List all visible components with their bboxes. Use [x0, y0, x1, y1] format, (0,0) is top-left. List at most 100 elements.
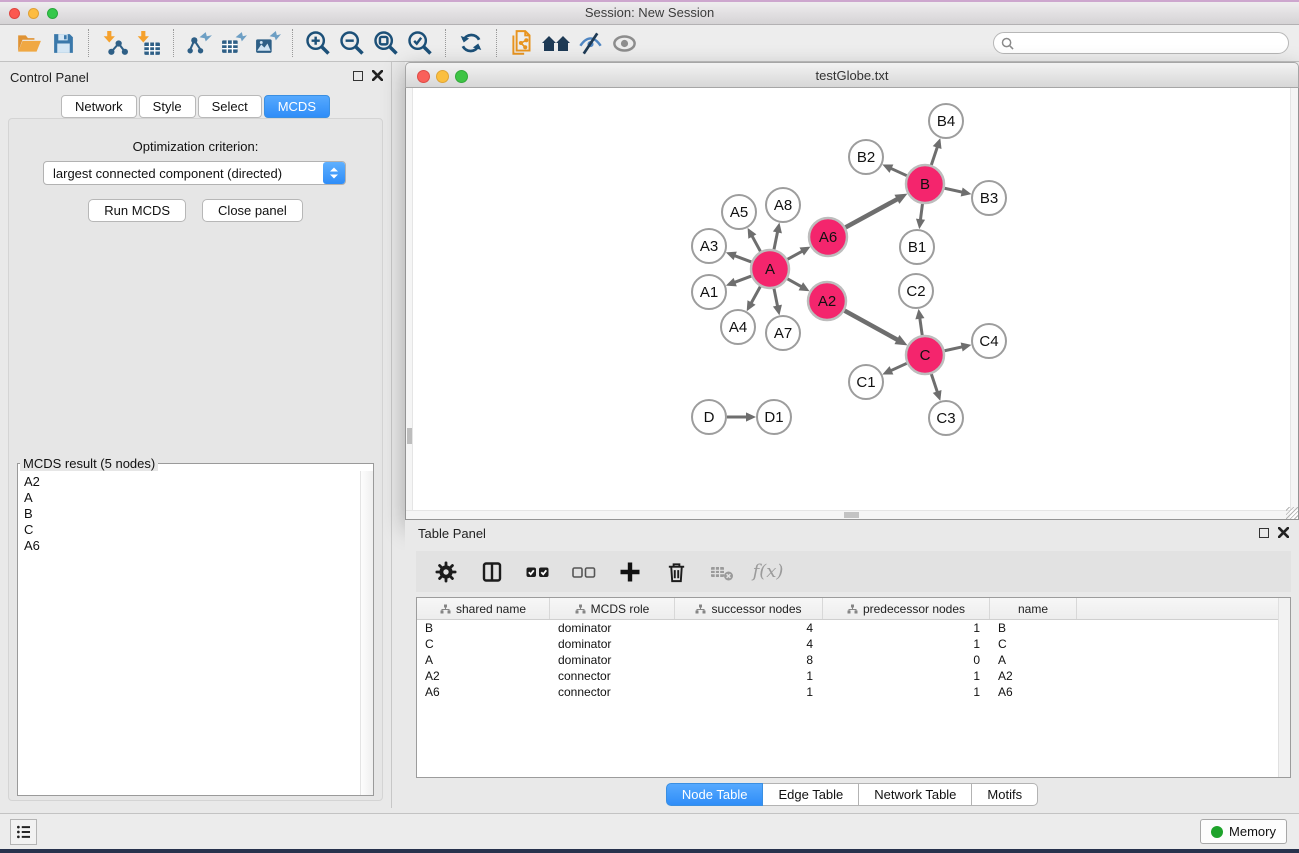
- result-item[interactable]: B: [24, 506, 353, 522]
- cell-predecessor[interactable]: 1: [823, 637, 990, 651]
- network-graph[interactable]: B4B2BB3A8A5A6A3B1AA1C2A2A4A7C4CC1C3DD1: [406, 88, 1298, 518]
- cell-successor[interactable]: 4: [675, 621, 823, 635]
- network-close-button[interactable]: [417, 70, 430, 83]
- cell-name[interactable]: C: [990, 637, 1077, 651]
- column-header-name[interactable]: name: [990, 598, 1077, 619]
- task-history-button[interactable]: [10, 819, 37, 845]
- graph-edge-A-A2[interactable]: [787, 279, 802, 288]
- export-table-icon[interactable]: [216, 28, 250, 58]
- import-network-icon[interactable]: [97, 28, 131, 58]
- zoom-out-icon[interactable]: [335, 28, 369, 58]
- graph-edge-B-B3[interactable]: [945, 188, 964, 192]
- tab-motifs[interactable]: Motifs: [972, 783, 1038, 806]
- graph-edge-C-C3[interactable]: [931, 374, 937, 393]
- result-scrollbar[interactable]: [360, 471, 373, 795]
- minimize-window-button[interactable]: [28, 8, 39, 19]
- function-builder-icon[interactable]: f(x): [750, 557, 786, 587]
- import-table-icon[interactable]: [131, 28, 165, 58]
- cell-mcds_role[interactable]: connector: [550, 669, 675, 683]
- cell-name[interactable]: A: [990, 653, 1077, 667]
- network-from-file-icon[interactable]: [505, 28, 539, 58]
- tab-node-table[interactable]: Node Table: [666, 783, 764, 806]
- cell-mcds_role[interactable]: connector: [550, 685, 675, 699]
- graph-edge-B-B1[interactable]: [920, 204, 922, 221]
- table-scrollbar[interactable]: [1278, 598, 1290, 777]
- graph-edge-C-C1[interactable]: [890, 363, 907, 371]
- network-left-scrollbar[interactable]: [406, 88, 413, 510]
- cell-shared_name[interactable]: C: [417, 637, 550, 651]
- result-item[interactable]: A2: [24, 474, 353, 490]
- tab-network-table[interactable]: Network Table: [859, 783, 972, 806]
- tab-network[interactable]: Network: [61, 95, 137, 118]
- cell-mcds_role[interactable]: dominator: [550, 621, 675, 635]
- graph-edge-A-A7[interactable]: [774, 289, 778, 308]
- graph-edge-A-A5[interactable]: [751, 235, 760, 252]
- cell-predecessor[interactable]: 1: [823, 669, 990, 683]
- delete-columns-icon[interactable]: [658, 557, 694, 587]
- network-view[interactable]: B4B2BB3A8A5A6A3B1AA1C2A2A4A7C4CC1C3DD1: [405, 88, 1299, 520]
- graph-edge-B-B4[interactable]: [931, 146, 937, 165]
- cell-predecessor[interactable]: 1: [823, 621, 990, 635]
- delete-table-icon[interactable]: [704, 557, 740, 587]
- zoom-selected-icon[interactable]: [403, 28, 437, 58]
- table-row[interactable]: A6connector11A6: [417, 684, 1290, 700]
- zoom-fit-icon[interactable]: [369, 28, 403, 58]
- cell-mcds_role[interactable]: dominator: [550, 653, 675, 667]
- cell-successor[interactable]: 1: [675, 685, 823, 699]
- graph-edge-A-A3[interactable]: [733, 255, 751, 262]
- result-item[interactable]: A6: [24, 538, 353, 554]
- tab-style[interactable]: Style: [139, 95, 196, 118]
- column-header-successor-nodes[interactable]: successor nodes: [675, 598, 823, 619]
- unselect-all-columns-icon[interactable]: [566, 557, 602, 587]
- memory-button[interactable]: Memory: [1200, 819, 1287, 844]
- float-panel-icon[interactable]: [353, 71, 363, 81]
- cell-predecessor[interactable]: 1: [823, 685, 990, 699]
- cell-name[interactable]: B: [990, 621, 1077, 635]
- refresh-icon[interactable]: [454, 28, 488, 58]
- close-panel-button[interactable]: Close panel: [202, 199, 303, 222]
- float-table-panel-icon[interactable]: [1259, 528, 1269, 538]
- open-session-icon[interactable]: [12, 28, 46, 58]
- graph-edge-C-C4[interactable]: [945, 347, 964, 351]
- cell-shared_name[interactable]: A: [417, 653, 550, 667]
- network-zoom-button[interactable]: [455, 70, 468, 83]
- tab-select[interactable]: Select: [198, 95, 262, 118]
- search-input[interactable]: [1019, 36, 1281, 50]
- criterion-dropdown[interactable]: largest connected component (directed): [43, 161, 346, 185]
- cell-predecessor[interactable]: 0: [823, 653, 990, 667]
- table-row[interactable]: Adominator80A: [417, 652, 1290, 668]
- column-header-shared-name[interactable]: shared name: [417, 598, 550, 619]
- zoom-in-icon[interactable]: [301, 28, 335, 58]
- tab-edge-table[interactable]: Edge Table: [763, 783, 859, 806]
- eye-icon[interactable]: [607, 28, 641, 58]
- cell-successor[interactable]: 8: [675, 653, 823, 667]
- table-row[interactable]: Bdominator41B: [417, 620, 1290, 636]
- result-item[interactable]: C: [24, 522, 353, 538]
- zoom-window-button[interactable]: [47, 8, 58, 19]
- graph-edge-A-A6[interactable]: [788, 251, 804, 260]
- select-all-columns-icon[interactable]: [520, 557, 556, 587]
- graph-edge-A2-C[interactable]: [845, 311, 899, 341]
- graph-edge-A-A8[interactable]: [774, 230, 778, 249]
- network-bottom-scrollbar[interactable]: [406, 510, 1290, 519]
- table-row[interactable]: Cdominator41C: [417, 636, 1290, 652]
- add-column-icon[interactable]: [612, 557, 648, 587]
- network-resize-grip-icon[interactable]: [1286, 507, 1298, 519]
- network-right-scrollbar[interactable]: [1290, 88, 1298, 510]
- export-image-icon[interactable]: [250, 28, 284, 58]
- close-panel-icon[interactable]: [372, 70, 383, 81]
- close-window-button[interactable]: [9, 8, 20, 19]
- settings-icon[interactable]: [428, 557, 464, 587]
- tab-mcds[interactable]: MCDS: [264, 95, 330, 118]
- graph-edge-A6-B[interactable]: [846, 198, 899, 227]
- table-row[interactable]: A2connector11A2: [417, 668, 1290, 684]
- run-mcds-button[interactable]: Run MCDS: [88, 199, 186, 222]
- home-icon[interactable]: [539, 28, 573, 58]
- cell-shared_name[interactable]: B: [417, 621, 550, 635]
- column-header-MCDS-role[interactable]: MCDS role: [550, 598, 675, 619]
- cell-shared_name[interactable]: A6: [417, 685, 550, 699]
- close-table-panel-icon[interactable]: [1278, 527, 1289, 538]
- column-header-predecessor-nodes[interactable]: predecessor nodes: [823, 598, 990, 619]
- cell-name[interactable]: A2: [990, 669, 1077, 683]
- graph-edge-A-A4[interactable]: [751, 287, 761, 305]
